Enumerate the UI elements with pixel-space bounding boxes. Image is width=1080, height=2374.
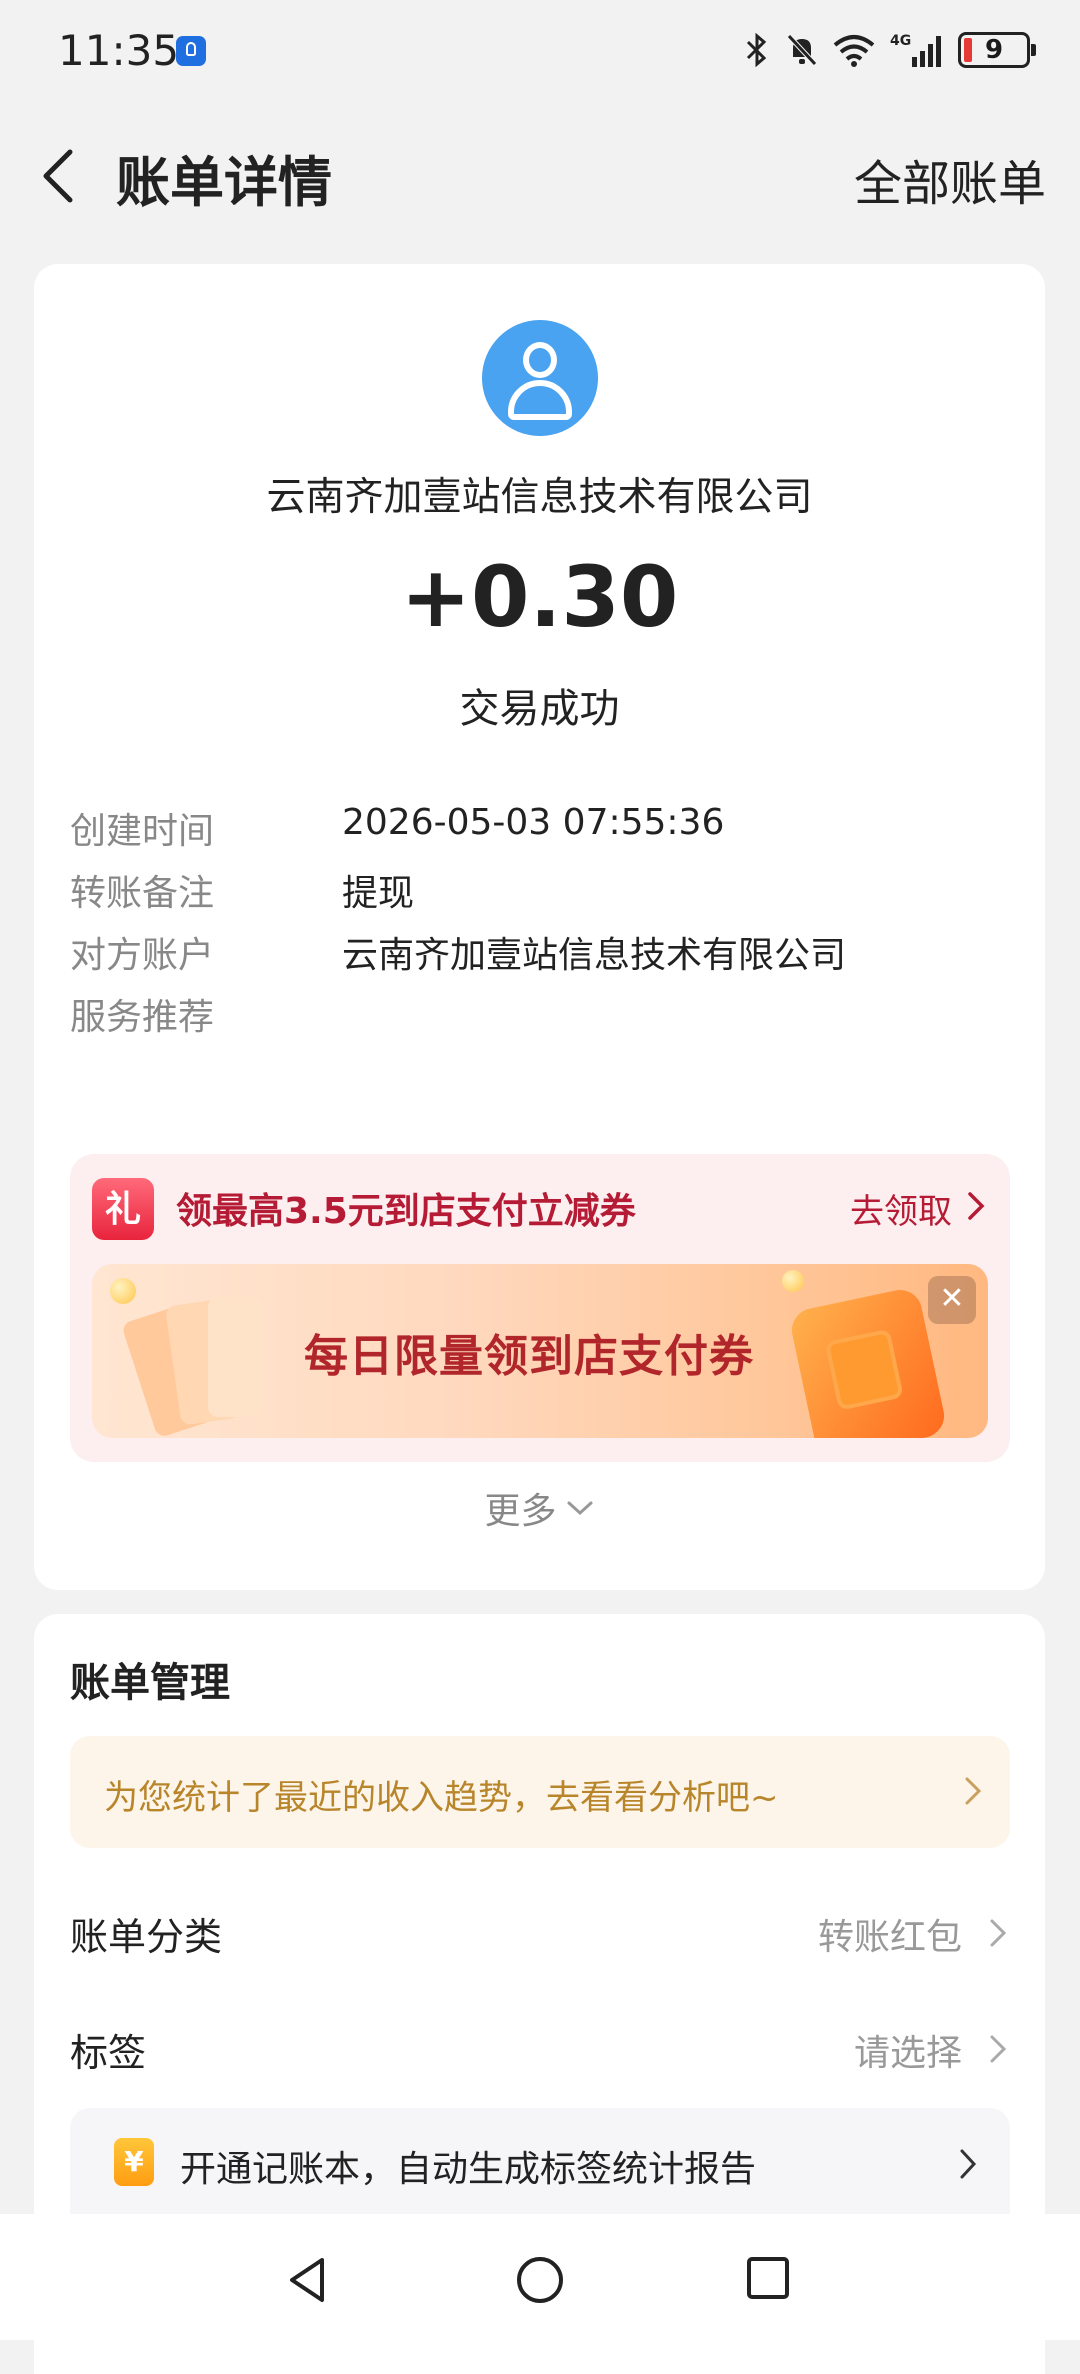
gift-icon: 礼 [92,1178,154,1240]
detail-label: 转账备注 [70,873,215,914]
avatar-user-icon [482,320,598,436]
mute-bell-icon [787,34,817,66]
transaction-card: 云南齐加壹站信息技术有限公司 +0.30 交易成功 创建时间 2026-05-0… [34,264,1045,1590]
row-label: 标签 [70,2031,147,2075]
detail-value: 2026-05-03 07:55:36 [342,802,725,843]
detail-value: 云南齐加壹站信息技术有限公司 [342,935,847,976]
wallet-icon [787,1285,949,1438]
ledger-promo[interactable]: ¥ 开通记账本，自动生成标签统计报告 [70,2108,1010,2228]
nav-back-icon[interactable] [284,2254,332,2306]
chevron-right-icon [965,1777,982,1805]
coupon-promo[interactable]: 礼 领最高3.5元到店支付立减券 去领取 每日限量领到店支付券 ✕ [70,1154,1010,1462]
insight-text: 为您统计了最近的收入趋势，去看看分析吧~ [104,1778,779,1818]
bill-category-row[interactable]: 账单分类 转账红包 [70,1906,1010,1966]
chevron-down-icon [567,1501,592,1516]
transaction-status: 交易成功 [459,686,620,732]
chevron-right-icon [990,2035,1007,2063]
detail-label: 创建时间 [70,811,215,852]
row-label: 账单分类 [70,1915,223,1959]
battery-icon: 9 [958,32,1036,68]
cellular-4g-icon: 4G [890,33,941,67]
promo-banner[interactable]: 每日限量领到店支付券 ✕ [92,1264,988,1438]
page-title: 账单详情 [116,151,332,214]
banner-text: 每日限量领到店支付券 [304,1331,754,1382]
notification-icon [176,36,206,66]
system-nav-bar [0,2214,1080,2340]
wifi-icon [833,35,875,67]
status-time: 11:35 [58,26,180,75]
detail-value: 提现 [342,873,415,914]
tag-row[interactable]: 标签 请选择 [70,2022,1010,2082]
close-icon[interactable]: ✕ [928,1276,976,1324]
nav-bar: 账单详情 全部账单 [0,100,1080,250]
claim-link[interactable]: 去领取 [850,1184,952,1233]
row-value: 转账红包 [817,1917,962,1958]
chevron-right-icon [968,1192,985,1220]
payer-name: 云南齐加壹站信息技术有限公司 [266,475,813,520]
bluetooth-icon [746,32,767,68]
more-button[interactable]: 更多 [34,1482,1045,1534]
ledger-text: 开通记账本，自动生成标签统计报告 [180,2149,757,2190]
all-bills-link[interactable]: 全部账单 [854,144,1046,214]
promo-title: 领最高3.5元到店支付立减券 [176,1191,636,1232]
income-trend-banner[interactable]: 为您统计了最近的收入趋势，去看看分析吧~ [70,1736,1010,1848]
detail-label: 服务推荐 [70,997,215,1038]
status-bar: 11:35 4G 9 [0,0,1080,100]
status-icons: 4G 9 [744,26,1036,74]
back-arrow-icon[interactable] [38,146,78,206]
chevron-right-icon [990,1919,1007,1947]
ledger-yuan-icon: ¥ [114,2138,154,2186]
nav-home-icon[interactable] [514,2254,566,2306]
transaction-amount: +0.30 [400,548,679,646]
coupon-tickets-icon [123,1297,263,1436]
section-title: 账单管理 [70,1660,230,1706]
detail-label: 对方账户 [70,935,215,976]
nav-recents-icon[interactable] [744,2254,792,2302]
chevron-right-icon [960,2149,977,2179]
row-value: 请选择 [853,2033,962,2074]
more-label: 更多 [484,1491,557,1532]
svg-text:4G: 4G [890,33,911,49]
